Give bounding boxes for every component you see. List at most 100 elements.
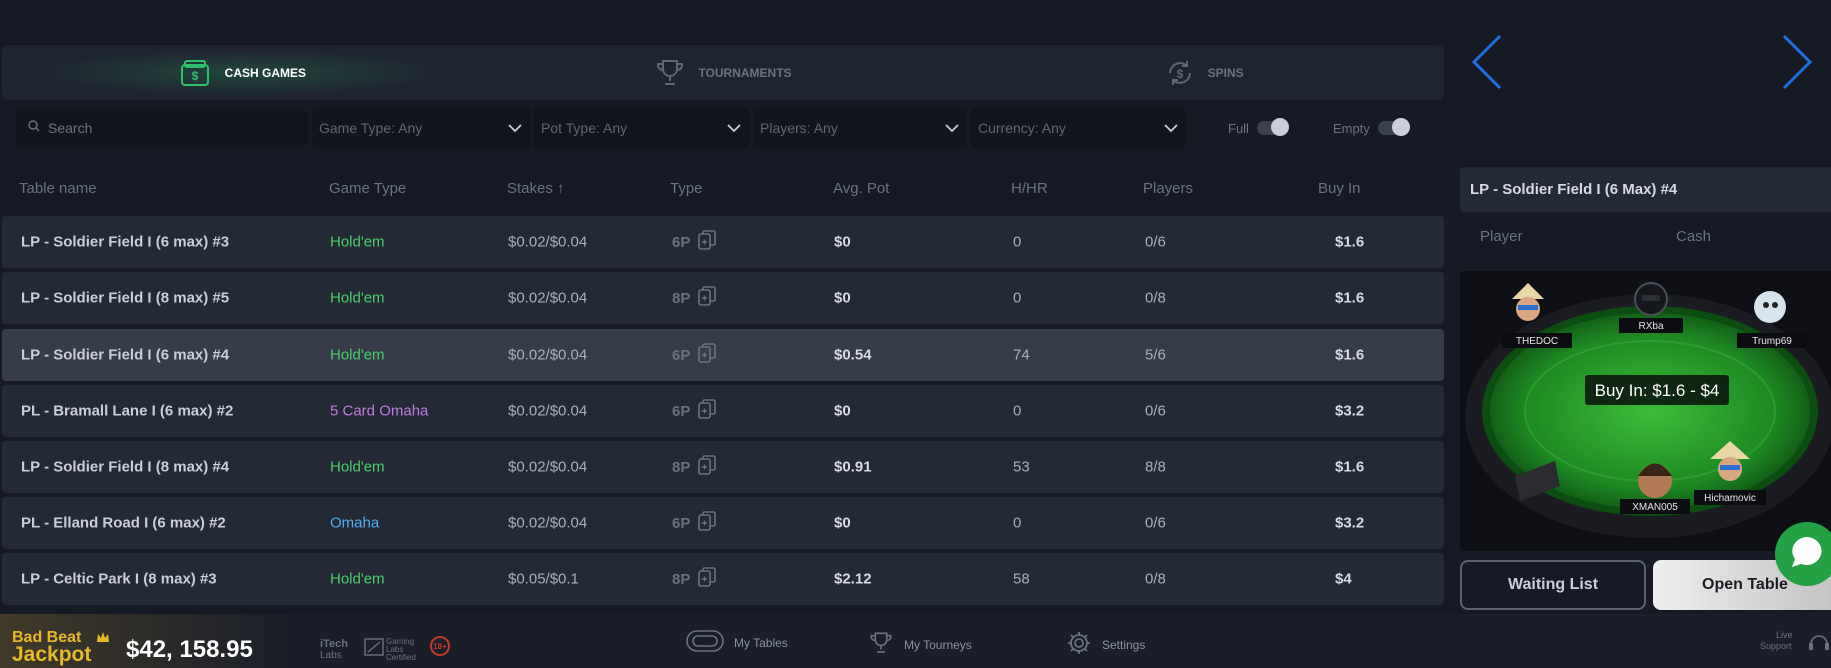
full-toggle[interactable] <box>1256 118 1289 136</box>
game-type-cell: Hold'em <box>330 458 385 476</box>
table-size-label: 6P <box>672 402 691 420</box>
my-tables-button[interactable]: My Tables <box>686 630 788 655</box>
chevron-down-icon <box>1164 120 1178 136</box>
carousel-prev-button[interactable] <box>1470 33 1504 96</box>
lobby-tabs: $ CASH GAMES TOURNAMENTS $ SPINS <box>2 45 1444 100</box>
header-avg-pot[interactable]: Avg. Pot <box>833 180 889 197</box>
waiting-list-button[interactable]: Waiting List <box>1460 560 1646 610</box>
players-cell: 0/8 <box>1145 289 1166 307</box>
buy-in-cell: $4 <box>1335 570 1352 588</box>
currency-select[interactable]: Currency: Any <box>971 108 1186 148</box>
stakes-cell: $0.02/$0.04 <box>508 289 588 307</box>
empty-filter: Empty <box>1332 118 1410 136</box>
game-type-select-value: Game Type: Any <box>319 120 423 136</box>
tab-cash-games[interactable]: $ CASH GAMES <box>2 45 483 100</box>
game-type-select[interactable]: Game Type: Any <box>312 108 530 148</box>
hhr-cell: 0 <box>1013 402 1022 420</box>
gaming-labs-line3: Certified <box>386 653 416 662</box>
table-size-label: 6P <box>672 514 691 532</box>
table-row[interactable]: LP - Soldier Field I (6 max) #4 Hold'em $0… <box>2 329 1444 381</box>
empty-toggle[interactable] <box>1377 118 1410 136</box>
pot-type-select[interactable]: Pot Type: Any <box>534 108 749 148</box>
table-size-label: 8P <box>672 458 691 476</box>
svg-text:$: $ <box>1176 67 1183 81</box>
buy-in-cell: $3.2 <box>1335 514 1365 532</box>
tab-spins[interactable]: $ SPINS <box>963 45 1444 100</box>
search-input[interactable] <box>48 120 288 136</box>
tab-tournaments[interactable]: TOURNAMENTS <box>483 45 964 100</box>
avg-pot-cell: $0 <box>834 514 851 532</box>
cards-icon <box>698 399 717 423</box>
buy-in-cell: $1.6 <box>1335 289 1365 307</box>
cash-icon: $ <box>179 58 213 88</box>
gaming-labs-icon <box>364 638 384 661</box>
gear-icon <box>1066 630 1092 659</box>
table-row[interactable]: PL - Elland Road I (6 max) #2 Omaha $0.02/… <box>2 497 1444 549</box>
settings-button[interactable]: Settings <box>1066 630 1145 659</box>
game-type-cell: Hold'em <box>330 346 385 364</box>
empty-label: Empty <box>1332 120 1370 136</box>
table-row[interactable]: PL - Bramall Lane I (6 max) #2 5 Card Oma… <box>2 385 1444 437</box>
seat-avatar <box>1754 291 1786 323</box>
players-cell: 8/8 <box>1145 458 1166 476</box>
seat-avatar <box>1634 282 1668 316</box>
tab-tournaments-label: TOURNAMENTS <box>698 65 792 80</box>
stakes-cell: $0.05/$0.1 <box>508 570 579 588</box>
players-cell: 0/6 <box>1145 402 1166 420</box>
game-type-cell: Omaha <box>330 514 380 532</box>
table-name-cell: LP - Celtic Park I (8 max) #3 <box>21 570 217 588</box>
chat-button[interactable] <box>1775 522 1831 586</box>
avg-pot-cell: $0.91 <box>834 458 872 476</box>
chevron-down-icon <box>945 120 959 136</box>
table-preview: THEDOC RXba Trump69 XMAN005 Hichamovic B… <box>1460 271 1831 551</box>
search-icon <box>28 119 40 137</box>
header-hhr[interactable]: H/HR <box>1011 180 1048 197</box>
table-name-cell: LP - Soldier Field I (6 max) #4 <box>21 346 230 364</box>
trophy-icon <box>654 57 686 89</box>
header-game-type[interactable]: Game Type <box>329 180 406 197</box>
header-players[interactable]: Players <box>1143 180 1193 197</box>
type-cell: 6P <box>672 511 717 535</box>
table-size-label: 6P <box>672 346 691 364</box>
type-cell: 6P <box>672 343 717 367</box>
header-type[interactable]: Type <box>670 180 703 197</box>
avg-pot-cell: $0 <box>834 402 851 420</box>
my-tables-label: My Tables <box>734 635 788 650</box>
hhr-cell: 0 <box>1013 289 1022 307</box>
table-row[interactable]: LP - Celtic Park I (8 max) #3 Hold'em $0.0… <box>2 553 1444 605</box>
stakes-cell: $0.02/$0.04 <box>508 458 588 476</box>
game-type-cell: Hold'em <box>330 233 385 251</box>
buy-in-cell: $1.6 <box>1335 458 1365 476</box>
poker-table-graphic: THEDOC RXba Trump69 XMAN005 Hichamovic B… <box>1460 271 1831 551</box>
header-table-name[interactable]: Table name <box>19 180 97 197</box>
game-type-cell: 5 Card Omaha <box>330 402 429 420</box>
header-buy-in[interactable]: Buy In <box>1318 180 1361 197</box>
players-select-value: Players: Any <box>760 120 838 136</box>
table-row[interactable]: LP - Soldier Field I (6 max) #3 Hold'em $0… <box>2 216 1444 268</box>
players-select[interactable]: Players: Any <box>753 108 967 148</box>
players-cell: 0/6 <box>1145 233 1166 251</box>
header-stakes[interactable]: Stakes ↑ <box>507 180 565 197</box>
chevron-down-icon <box>508 120 522 136</box>
my-tourneys-button[interactable]: My Tourneys <box>868 630 972 659</box>
table-header: Table name Game Type Stakes ↑ Type Avg. … <box>0 180 1444 202</box>
hhr-cell: 74 <box>1013 346 1030 364</box>
players-cell: 0/8 <box>1145 570 1166 588</box>
table-row[interactable]: LP - Soldier Field I (8 max) #5 Hold'em $0… <box>2 272 1444 324</box>
table-row[interactable]: LP - Soldier Field I (8 max) #4 Hold'em $0… <box>2 441 1444 493</box>
table-icon <box>686 630 724 655</box>
my-tourneys-label: My Tourneys <box>904 637 972 652</box>
type-cell: 8P <box>672 455 717 479</box>
game-type-cell: Hold'em <box>330 289 385 307</box>
players-cell: 5/6 <box>1145 346 1166 364</box>
avg-pot-cell: $0 <box>834 289 851 307</box>
seat-name: Trump69 <box>1752 336 1792 347</box>
cards-icon <box>698 567 717 591</box>
trophy-icon <box>868 630 894 659</box>
age-18-badge: 18+ <box>430 636 450 656</box>
filter-bar: Game Type: Any Pot Type: Any Players: An… <box>16 108 1410 148</box>
stakes-cell: $0.02/$0.04 <box>508 346 588 364</box>
carousel-next-button[interactable] <box>1780 33 1814 96</box>
currency-select-value: Currency: Any <box>978 120 1066 136</box>
hhr-cell: 58 <box>1013 570 1030 588</box>
